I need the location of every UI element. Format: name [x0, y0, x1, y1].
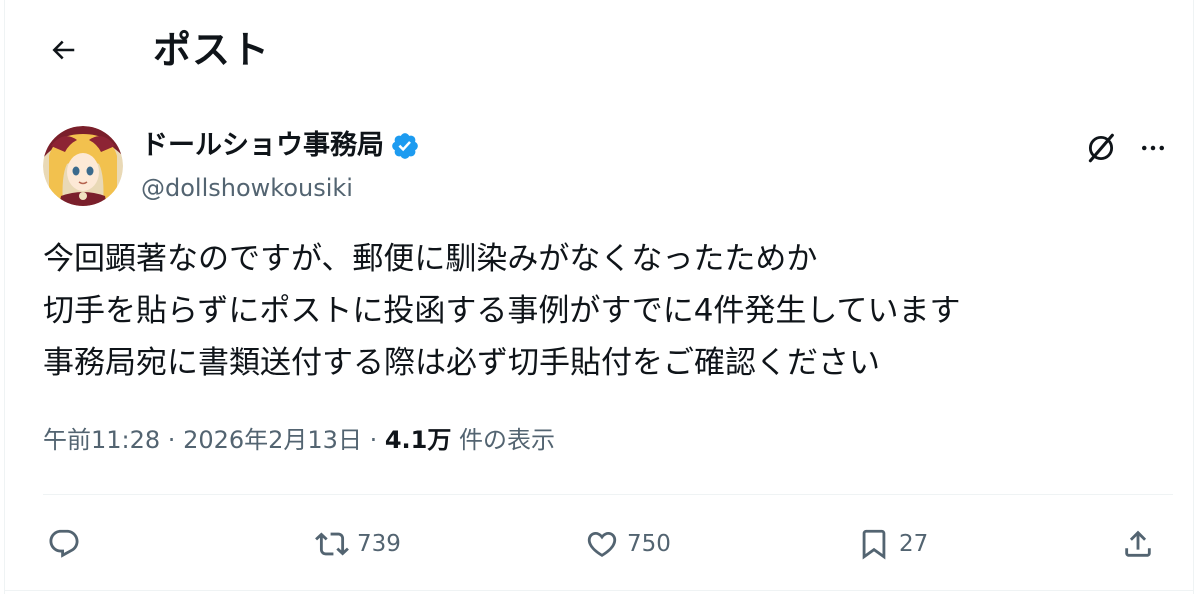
arrow-left-icon [52, 40, 75, 60]
bottom-border [5, 590, 1193, 591]
share-button[interactable] [1121, 522, 1155, 566]
repost-button[interactable]: 739 [315, 522, 401, 566]
share-icon [1125, 530, 1151, 557]
page-title: ポスト [153, 28, 271, 72]
meta-separator: · [160, 426, 184, 454]
post-line: 事務局宛に書類送付する際は必ず切手貼付をご確認ください [43, 345, 880, 381]
author-handle[interactable]: @dollshowkousiki [141, 170, 353, 206]
like-button[interactable]: 750 [585, 522, 671, 566]
post-line: 切手を貼らずにポストに投函する事例がすでに4件発生しています [43, 293, 961, 329]
post-text: 今回顕著なのですが、郵便に馴染みがなくなったためか 切手を貼らずにポストに投函す… [43, 233, 1173, 389]
back-button[interactable] [41, 28, 85, 72]
post-line: 今回顕著なのですが、郵便に馴染みがなくなったためか [43, 241, 818, 277]
bookmark-count: 27 [899, 531, 929, 557]
views-count: 4.1万 [384, 426, 452, 454]
post-detail-panel: ポスト ドールショウ事務局 @dollshowkousiki 今回顕著なのですが… [4, 0, 1194, 594]
like-count: 750 [627, 531, 671, 557]
bookmark-icon [862, 529, 886, 560]
reply-button[interactable] [47, 522, 81, 566]
post-time[interactable]: 午前11:28 [43, 426, 160, 454]
post-meta: 午前11:28 · 2026年2月13日 · 4.1万 件の表示 [43, 420, 555, 460]
views-label: 件の表示 [451, 426, 555, 454]
grok-button[interactable] [1081, 128, 1121, 168]
bookmark-button[interactable]: 27 [857, 522, 928, 566]
more-options-button[interactable] [1133, 128, 1173, 168]
heart-icon [587, 531, 617, 557]
author-display-name[interactable]: ドールショウ事務局 [141, 126, 420, 166]
repost-count: 739 [357, 531, 401, 557]
meta-separator: · [361, 426, 385, 454]
more-horizontal-icon [1142, 145, 1164, 151]
verified-badge-icon [392, 133, 418, 159]
grok-icon [1088, 133, 1114, 163]
page-header: ポスト [5, 0, 1193, 100]
reply-icon [49, 529, 79, 558]
post-date[interactable]: 2026年2月13日 [183, 426, 362, 454]
avatar-image [43, 126, 123, 206]
action-bar: 739 750 27 [5, 516, 1193, 572]
repost-icon [315, 532, 349, 556]
divider [43, 494, 1173, 495]
avatar[interactable] [43, 126, 123, 206]
author-name-text: ドールショウ事務局 [141, 130, 384, 161]
